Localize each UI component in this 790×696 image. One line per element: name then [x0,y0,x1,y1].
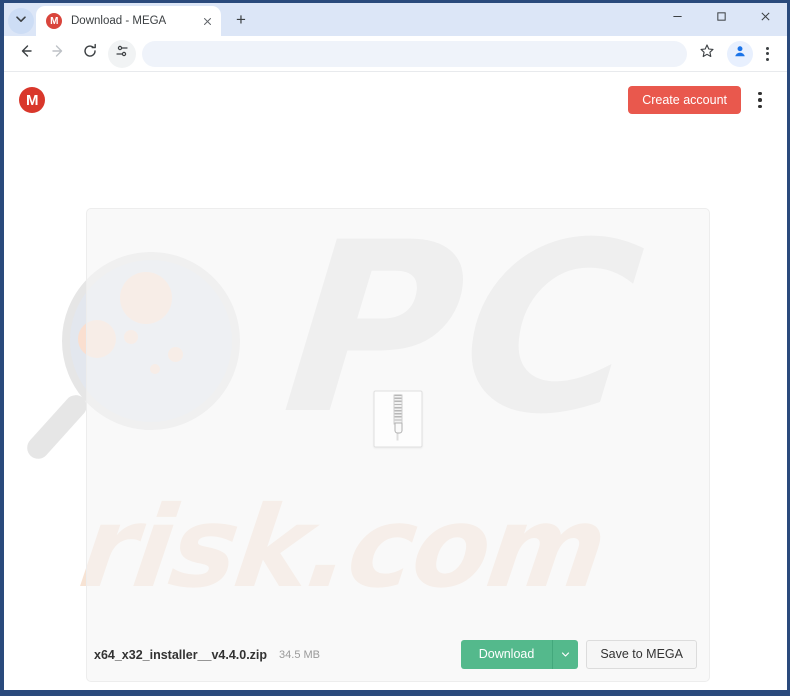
minimize-icon [672,9,683,27]
mega-logo[interactable]: M [19,87,45,113]
tab-close-icon[interactable] [199,13,215,29]
forward-arrow-icon [50,43,66,64]
reload-icon [82,43,98,64]
toolbar-right-actions [693,40,779,68]
download-button-group: Download [460,640,579,669]
tab-search-button[interactable] [8,8,34,34]
file-download-card: x64_x32_installer__v4.4.0.zip 34.5 MB Do… [86,208,710,682]
three-dots-vertical-icon [765,46,769,50]
file-card-footer: x64_x32_installer__v4.4.0.zip 34.5 MB Do… [87,628,709,681]
tab-strip: M Download - MEGA + [4,3,787,36]
download-options-button[interactable] [552,640,579,669]
browser-menu-button[interactable] [755,40,779,68]
three-dots-vertical-icon [758,91,762,96]
star-icon [699,43,715,64]
maximize-button[interactable] [699,3,743,33]
browser-tab[interactable]: M Download - MEGA [36,6,221,36]
file-preview-area [87,209,709,628]
page-content: PC risk.com M Create account [4,72,787,690]
chevron-down-icon [15,12,27,30]
mega-favicon-icon: M [46,13,62,29]
tracking-protection-icon [114,43,130,64]
back-button[interactable] [12,40,40,68]
plus-icon: + [236,10,246,29]
zipper-slider [394,422,402,434]
site-header: M Create account [4,72,787,128]
back-arrow-icon [18,43,34,64]
address-bar[interactable] [142,40,687,67]
reload-button[interactable] [76,40,104,68]
minimize-button[interactable] [655,3,699,33]
file-card-actions: Download Save to MEGA [460,640,697,669]
download-button[interactable]: Download [460,640,553,669]
chevron-down-icon [561,647,570,662]
profile-button[interactable] [727,40,753,67]
file-size: 34.5 MB [279,648,321,661]
maximize-icon [716,9,727,27]
browser-window: M Download - MEGA + M Create account x64… [0,0,790,696]
save-to-mega-button[interactable]: Save to MEGA [586,640,697,669]
forward-button[interactable] [44,40,72,68]
tab-title: Download - MEGA [71,15,167,27]
bookmark-button[interactable] [693,40,721,68]
zipper-teeth [393,394,403,425]
window-controls [655,3,787,36]
create-account-button[interactable]: Create account [628,85,741,115]
file-name: x64_x32_installer__v4.4.0.zip [94,647,268,662]
zipper-graphic [393,394,404,441]
zip-file-icon [373,390,423,447]
site-menu-button[interactable] [751,86,769,114]
magnifier-handle [22,390,92,464]
avatar-icon [733,44,747,63]
close-window-button[interactable] [743,3,787,33]
close-icon [760,9,771,27]
browser-toolbar [4,36,787,72]
new-tab-button[interactable]: + [227,6,255,34]
tracking-protection-button[interactable] [108,39,136,68]
site-header-actions: Create account [628,85,769,115]
